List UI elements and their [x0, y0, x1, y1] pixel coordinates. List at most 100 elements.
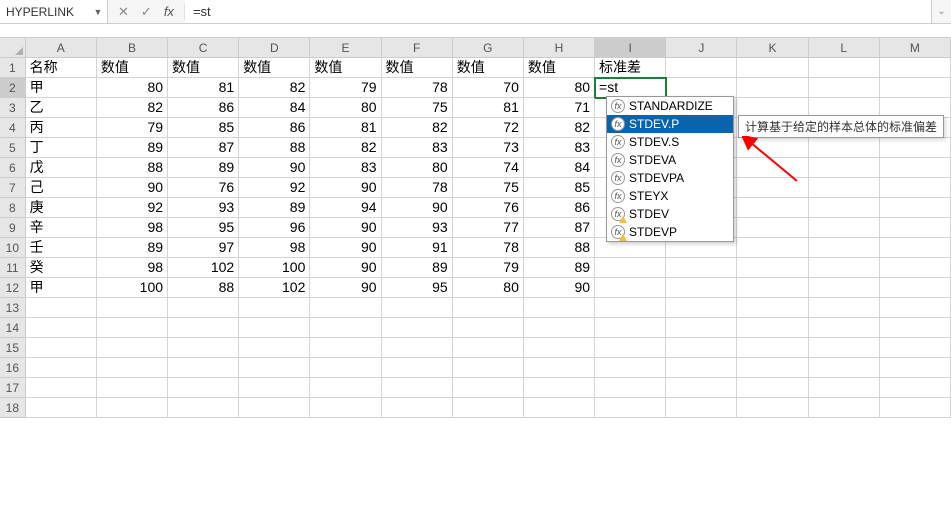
cell-L14[interactable]	[809, 318, 880, 338]
cell-K12[interactable]	[737, 278, 808, 298]
column-header-M[interactable]: M	[880, 38, 951, 57]
cell-B12[interactable]: 100	[97, 278, 168, 298]
cell-B3[interactable]: 82	[97, 98, 168, 118]
cell-B1[interactable]: 数值	[97, 58, 168, 78]
cell-A13[interactable]	[26, 298, 97, 318]
cell-C3[interactable]: 86	[168, 98, 239, 118]
cell-K18[interactable]	[737, 398, 808, 418]
row-header-6[interactable]: 6	[0, 158, 26, 178]
cell-K11[interactable]	[737, 258, 808, 278]
row-header-17[interactable]: 17	[0, 378, 26, 398]
row-header-15[interactable]: 15	[0, 338, 26, 358]
cell-C4[interactable]: 85	[168, 118, 239, 138]
row-header-3[interactable]: 3	[0, 98, 26, 118]
suggestion-steyx[interactable]: fxSTEYX	[607, 187, 733, 205]
cell-E5[interactable]: 82	[310, 138, 381, 158]
cell-G7[interactable]: 75	[453, 178, 524, 198]
cell-F14[interactable]	[382, 318, 453, 338]
cell-M14[interactable]	[880, 318, 951, 338]
formula-autocomplete[interactable]: fxSTANDARDIZEfxSTDEV.PfxSTDEV.SfxSTDEVAf…	[606, 96, 734, 242]
cell-B15[interactable]	[97, 338, 168, 358]
cell-M5[interactable]	[880, 138, 951, 158]
cell-E9[interactable]: 90	[310, 218, 381, 238]
select-all-corner[interactable]	[0, 38, 26, 57]
cell-M7[interactable]	[880, 178, 951, 198]
cell-E15[interactable]	[310, 338, 381, 358]
name-box[interactable]: HYPERLINK ▼	[0, 0, 108, 23]
cell-K9[interactable]	[737, 218, 808, 238]
column-header-D[interactable]: D	[239, 38, 310, 57]
cell-A3[interactable]: 乙	[26, 98, 97, 118]
cell-A6[interactable]: 戊	[26, 158, 97, 178]
cell-L8[interactable]	[809, 198, 880, 218]
cell-G3[interactable]: 81	[453, 98, 524, 118]
cell-H12[interactable]: 90	[524, 278, 595, 298]
column-header-I[interactable]: I	[595, 38, 666, 57]
cell-E14[interactable]	[310, 318, 381, 338]
cell-E17[interactable]	[310, 378, 381, 398]
column-header-K[interactable]: K	[737, 38, 808, 57]
cell-F15[interactable]	[382, 338, 453, 358]
cell-M16[interactable]	[880, 358, 951, 378]
cell-K16[interactable]	[737, 358, 808, 378]
cancel-icon[interactable]: ✕	[118, 4, 129, 20]
cell-M6[interactable]	[880, 158, 951, 178]
name-box-dropdown-icon[interactable]: ▼	[89, 7, 107, 17]
cell-G18[interactable]	[453, 398, 524, 418]
cell-E6[interactable]: 83	[310, 158, 381, 178]
cell-B11[interactable]: 98	[97, 258, 168, 278]
cell-D5[interactable]: 88	[239, 138, 310, 158]
cell-E4[interactable]: 81	[310, 118, 381, 138]
suggestion-standardize[interactable]: fxSTANDARDIZE	[607, 97, 733, 115]
cell-C10[interactable]: 97	[168, 238, 239, 258]
cell-B17[interactable]	[97, 378, 168, 398]
cell-H11[interactable]: 89	[524, 258, 595, 278]
cell-D12[interactable]: 102	[239, 278, 310, 298]
cell-J1[interactable]	[666, 58, 737, 78]
row-header-12[interactable]: 12	[0, 278, 26, 298]
cell-H5[interactable]: 83	[524, 138, 595, 158]
cell-G2[interactable]: 70	[453, 78, 524, 98]
cell-I16[interactable]	[595, 358, 666, 378]
cell-F5[interactable]: 83	[382, 138, 453, 158]
cell-A18[interactable]	[26, 398, 97, 418]
cell-K14[interactable]	[737, 318, 808, 338]
cell-I15[interactable]	[595, 338, 666, 358]
cell-M11[interactable]	[880, 258, 951, 278]
cell-B16[interactable]	[97, 358, 168, 378]
cell-K1[interactable]	[737, 58, 808, 78]
cell-D14[interactable]	[239, 318, 310, 338]
cell-D4[interactable]: 86	[239, 118, 310, 138]
cell-C17[interactable]	[168, 378, 239, 398]
cell-F12[interactable]: 95	[382, 278, 453, 298]
cell-J16[interactable]	[666, 358, 737, 378]
row-header-5[interactable]: 5	[0, 138, 26, 158]
cell-F17[interactable]	[382, 378, 453, 398]
cell-H17[interactable]	[524, 378, 595, 398]
column-header-A[interactable]: A	[26, 38, 97, 57]
accept-icon[interactable]: ✓	[141, 4, 152, 20]
cell-B8[interactable]: 92	[97, 198, 168, 218]
cell-A8[interactable]: 庚	[26, 198, 97, 218]
cell-K8[interactable]	[737, 198, 808, 218]
cell-B6[interactable]: 88	[97, 158, 168, 178]
cell-F16[interactable]	[382, 358, 453, 378]
cell-A15[interactable]	[26, 338, 97, 358]
cell-L10[interactable]	[809, 238, 880, 258]
cell-B7[interactable]: 90	[97, 178, 168, 198]
cell-L15[interactable]	[809, 338, 880, 358]
cell-A4[interactable]: 丙	[26, 118, 97, 138]
cell-M12[interactable]	[880, 278, 951, 298]
column-header-C[interactable]: C	[168, 38, 239, 57]
cell-E7[interactable]: 90	[310, 178, 381, 198]
cell-J13[interactable]	[666, 298, 737, 318]
cell-C16[interactable]	[168, 358, 239, 378]
cell-B13[interactable]	[97, 298, 168, 318]
cell-L1[interactable]	[809, 58, 880, 78]
cell-L5[interactable]	[809, 138, 880, 158]
cell-D16[interactable]	[239, 358, 310, 378]
cell-A14[interactable]	[26, 318, 97, 338]
row-header-13[interactable]: 13	[0, 298, 26, 318]
cell-E3[interactable]: 80	[310, 98, 381, 118]
row-header-1[interactable]: 1	[0, 58, 26, 78]
